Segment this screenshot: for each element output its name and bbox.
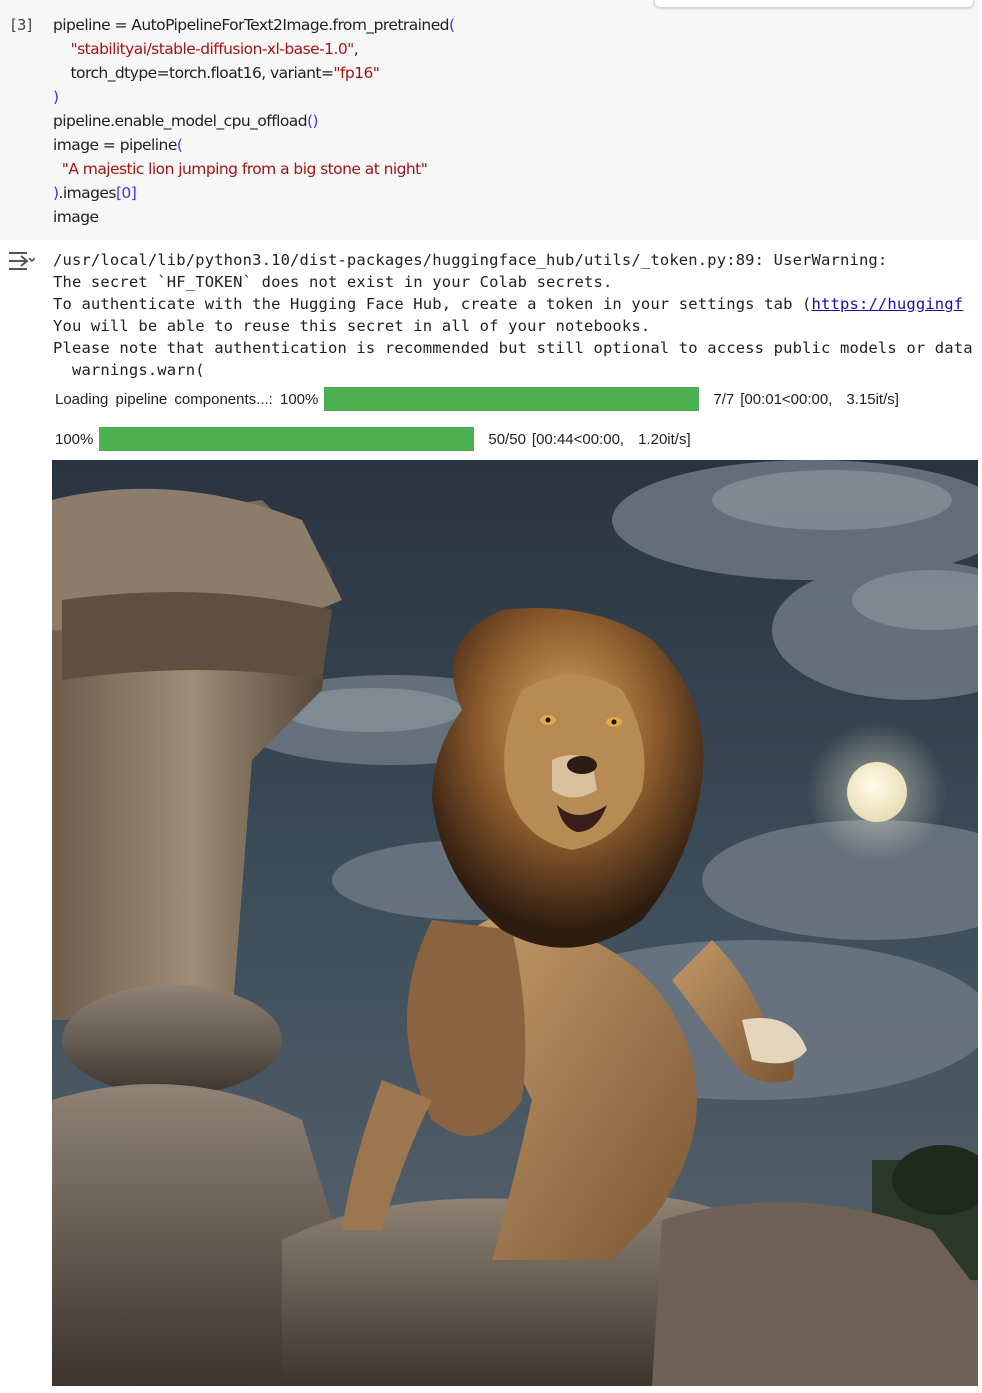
progress-timing: [00:01<00:00, [740, 390, 833, 408]
code-line: ).images[0] [53, 181, 454, 205]
generated-image [52, 460, 978, 1386]
progress-label: 100% [55, 430, 94, 448]
stderr-line: The secret `HF_TOKEN` does not exist in … [53, 273, 613, 291]
progress-count: 7/7 [713, 390, 735, 408]
code-line: pipeline.enable_model_cpu_offload() [53, 109, 454, 133]
stderr-line: /usr/local/lib/python3.10/dist-packages/… [53, 251, 897, 269]
stderr-line: Please note that authentication is recom… [53, 339, 973, 357]
code-token: pipeline = AutoPipelineForText2Image.fro… [53, 16, 450, 34]
code-line: torch_dtype=torch.float16, variant="fp16… [53, 61, 454, 85]
progress-rate: 3.15it/s] [846, 390, 899, 408]
stderr-line: You will be able to reuse this secret in… [53, 317, 651, 335]
progress-bar-fill [324, 387, 700, 411]
cell-output: /usr/local/lib/python3.10/dist-packages/… [0, 240, 982, 1393]
code-line: pipeline = AutoPipelineForText2Image.fro… [53, 13, 455, 37]
cell-toolbar[interactable] [654, 0, 974, 8]
code-bracket-token: ( [448, 16, 455, 34]
progress-count: 50/50 [488, 430, 526, 448]
code-string-token: "fp16" [333, 64, 380, 82]
code-token: , [353, 40, 359, 58]
progress-label: Loading pipeline components...: 100% [55, 390, 319, 408]
code-string-token: "stabilityai/stable-diffusion-xl-base-1.… [70, 40, 355, 58]
code-line: ) [53, 85, 454, 109]
code-token: .images [58, 184, 117, 202]
progress-bar [324, 387, 700, 411]
code-bracket-token: ( [176, 136, 183, 154]
stderr-line: warnings.warn( [53, 361, 205, 379]
progress-bar-fill [99, 427, 475, 451]
progress-inference-steps: 100% 50/50 [00:44<00:00, 1.20it/s] [55, 427, 691, 451]
progress-rate: 1.20it/s] [638, 430, 691, 448]
code-line: image = pipeline( [53, 133, 454, 157]
code-cell[interactable]: [3] pipeline = AutoPipelineForText2Image… [0, 0, 979, 240]
code-line: image [53, 205, 454, 229]
code-bracket-token: ) [53, 88, 59, 106]
code-bracket-token: [0] [115, 184, 137, 202]
code-bracket-token: () [307, 112, 319, 130]
stderr-line: To authenticate with the Hugging Face Hu… [53, 293, 982, 315]
code-string-token: "A majestic lion jumping from a big ston… [61, 160, 428, 178]
progress-timing: [00:44<00:00, [531, 430, 625, 448]
progress-pipeline-components: Loading pipeline components...: 100% 7/7… [55, 387, 899, 411]
output-toggle-icon[interactable] [7, 250, 35, 272]
settings-link[interactable]: https://huggingf [812, 295, 964, 313]
stderr-text: To authenticate with the Hugging Face Hu… [53, 295, 812, 313]
code-token: image [53, 208, 99, 226]
code-token: image = pipeline [53, 136, 177, 154]
code-token: torch_dtype=torch.float16, variant= [53, 64, 334, 82]
stderr-output: /usr/local/lib/python3.10/dist-packages/… [53, 249, 982, 381]
code-line: "stabilityai/stable-diffusion-xl-base-1.… [53, 37, 454, 61]
code-editor[interactable]: pipeline = AutoPipelineForText2Image.fro… [53, 13, 455, 229]
code-line: "A majestic lion jumping from a big ston… [53, 157, 454, 181]
execution-count: [3] [11, 16, 33, 34]
code-token: pipeline.enable_model_cpu_offload [53, 112, 308, 130]
progress-bar [99, 427, 475, 451]
